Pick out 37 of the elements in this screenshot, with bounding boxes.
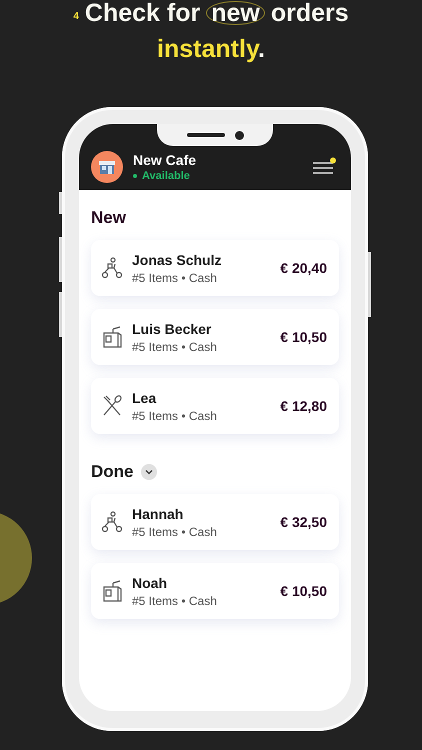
order-card[interactable]: Noah #5 Items • Cash € 10,50 (91, 563, 339, 619)
order-details: #5 Items • Cash (132, 408, 218, 422)
scooter-icon (100, 510, 124, 534)
customer-name: Luis Becker (132, 320, 212, 336)
order-card[interactable]: Lea #5 Items • Cash € 12,80 (91, 378, 339, 434)
order-price: € 32,50 (280, 514, 327, 530)
order-details: #5 Items • Cash (132, 524, 218, 538)
order-price: € 10,50 (280, 583, 327, 599)
order-price: € 20,40 (280, 260, 327, 276)
customer-name: Hannah (132, 506, 184, 522)
step-number: 4 (73, 10, 79, 24)
order-price: € 10,50 (280, 329, 327, 345)
collapse-button[interactable] (140, 464, 156, 480)
order-details: #5 Items • Cash (132, 270, 218, 284)
order-price: € 12,80 (280, 398, 327, 414)
order-details: #5 Items • Cash (132, 340, 218, 354)
period: . (258, 35, 265, 63)
scooter-icon (100, 256, 124, 280)
shop-name: New Cafe (133, 152, 198, 168)
customer-name: Noah (132, 574, 168, 590)
status-label: Available (133, 170, 311, 182)
customer-name: Lea (132, 390, 158, 406)
order-details: #5 Items • Cash (132, 594, 218, 608)
section-title: Done (91, 462, 134, 482)
section-title: New (91, 208, 126, 228)
customer-name: Jonas Schulz (132, 252, 222, 268)
circled-word: new (206, 1, 265, 25)
headline-text: orders (270, 0, 349, 29)
menu-icon (311, 157, 337, 177)
headline-text: Check for (84, 0, 200, 29)
order-card[interactable]: Luis Becker #5 Items • Cash € 10,50 (91, 309, 339, 365)
shop-icon (91, 151, 123, 183)
order-card[interactable]: Jonas Schulz #5 Items • Cash € 20,40 (91, 240, 339, 296)
chevron-icon (144, 469, 152, 475)
menu-button[interactable] (311, 157, 337, 177)
highlight-word: instantly (157, 35, 258, 63)
order-card[interactable]: Hannah #5 Items • Cash € 32,50 (91, 494, 339, 550)
